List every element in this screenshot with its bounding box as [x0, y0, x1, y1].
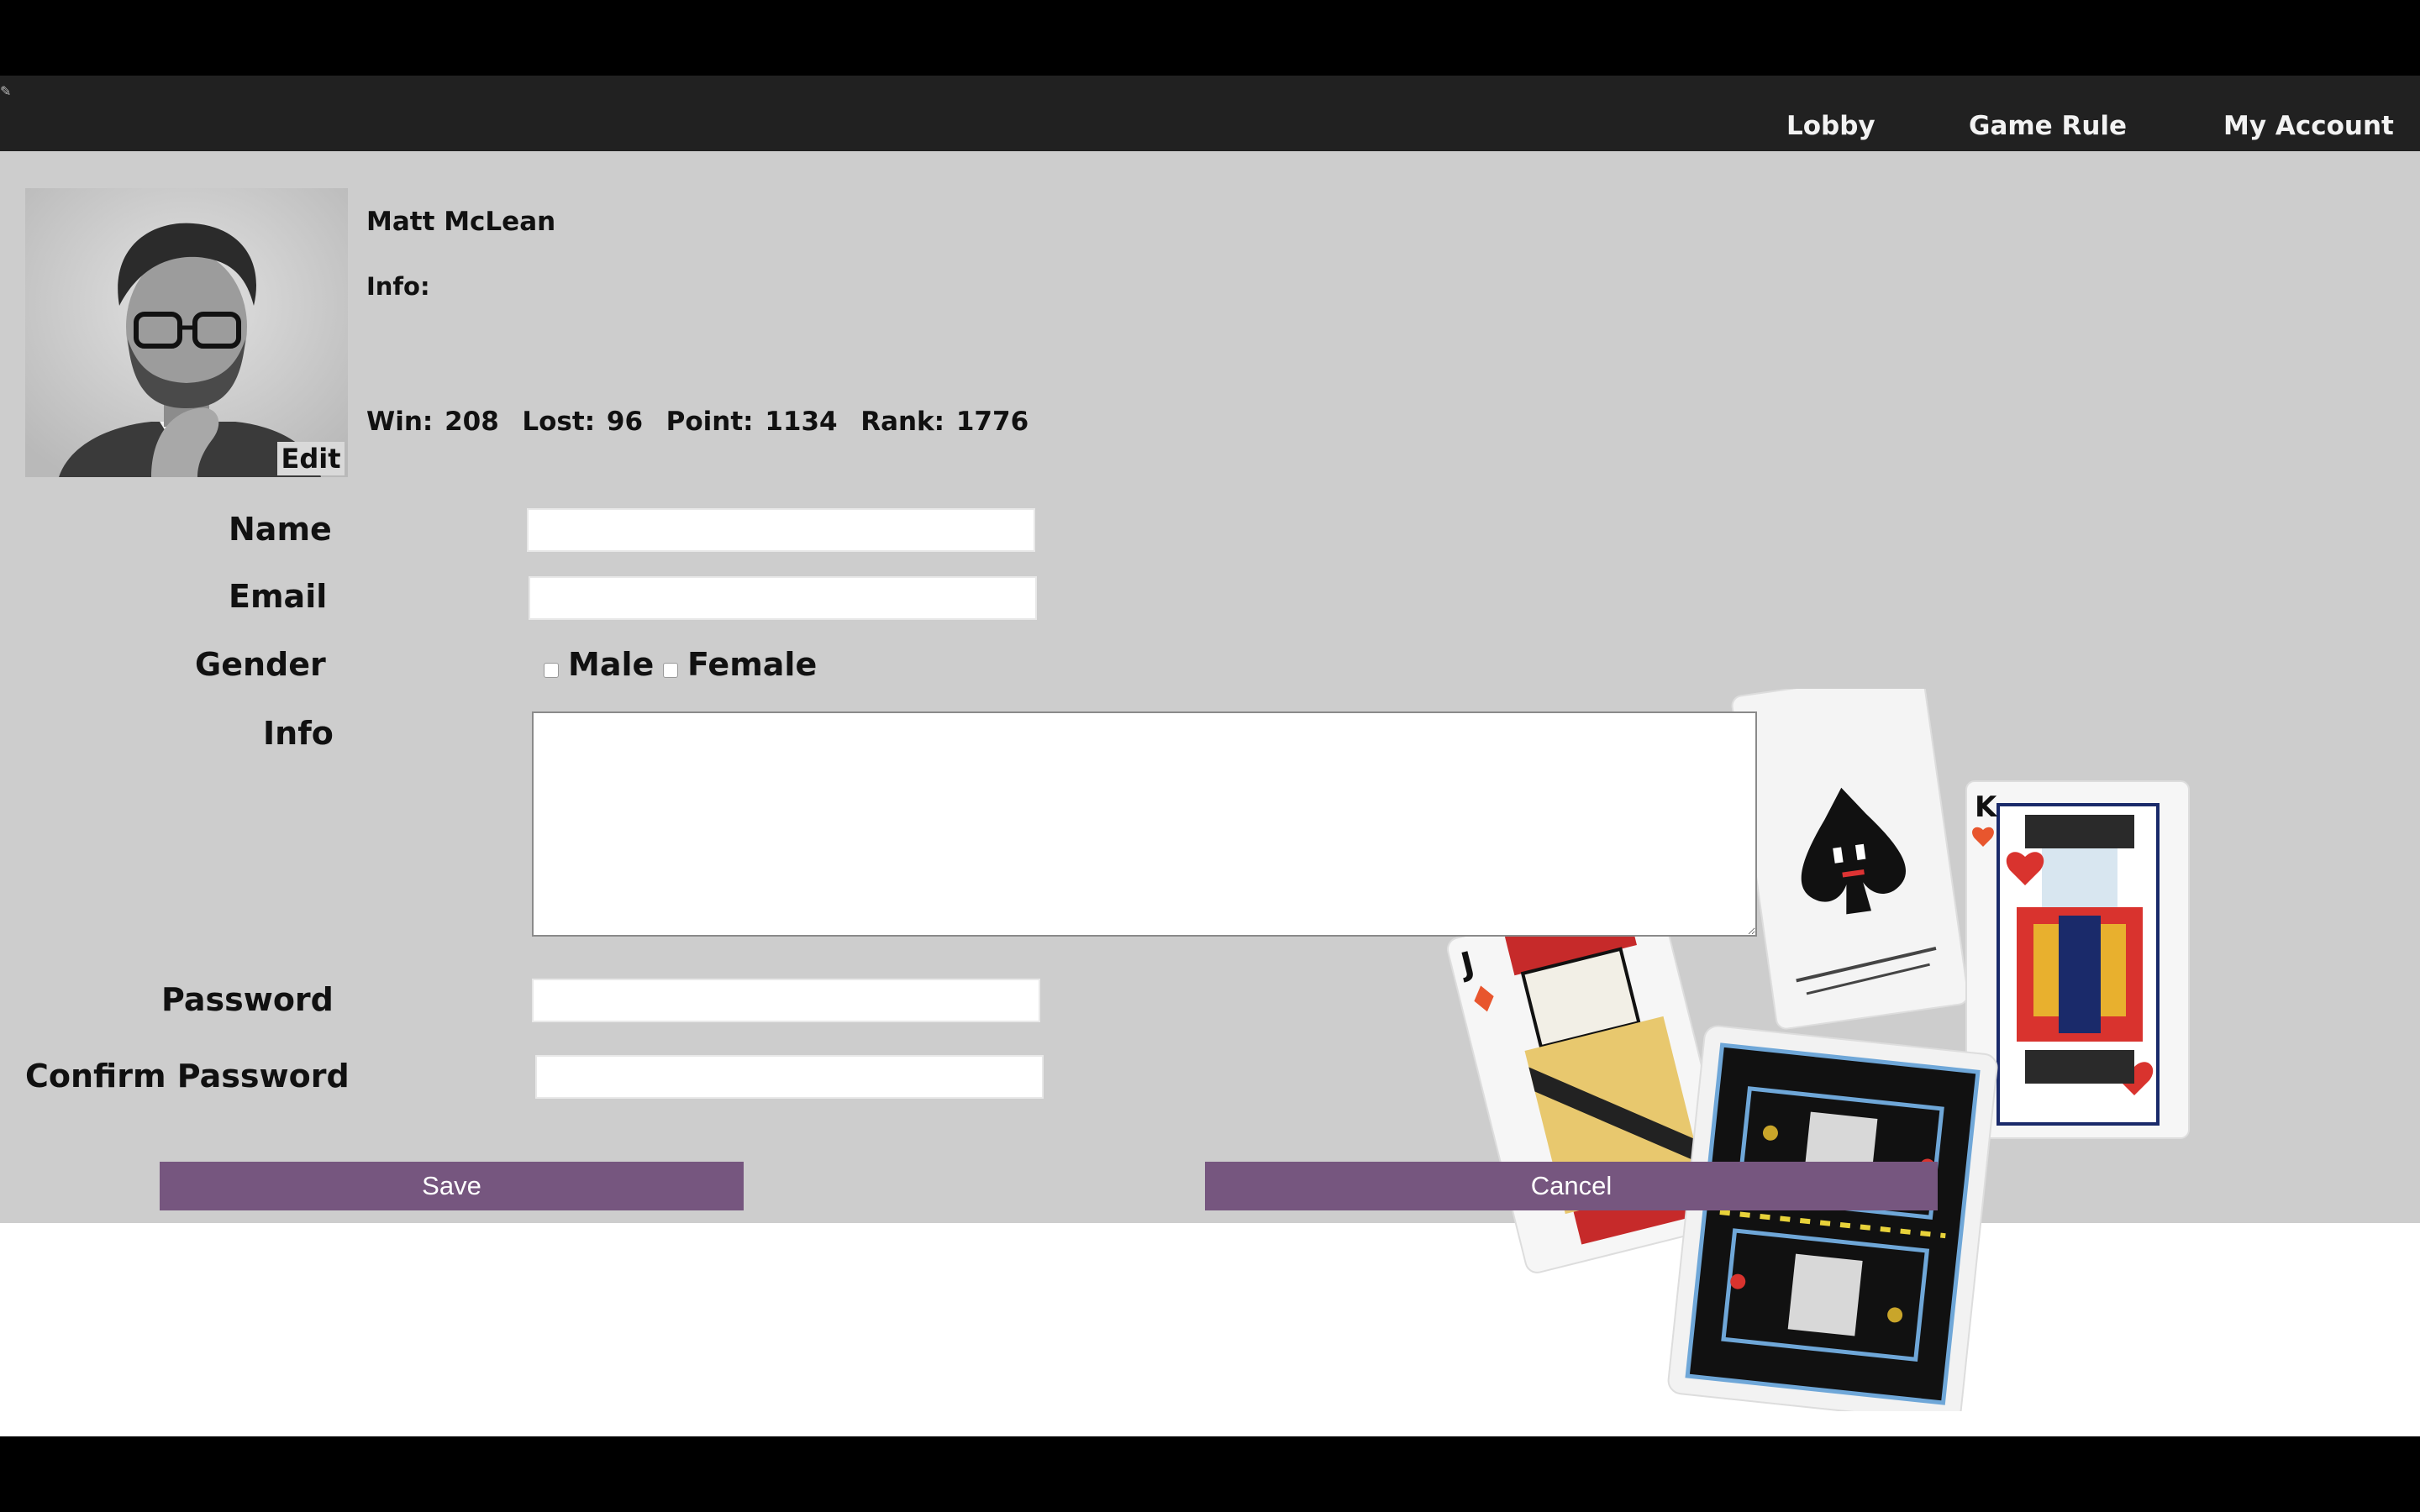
pencil-icon: ✎ [0, 83, 12, 99]
avatar [25, 188, 348, 477]
top-black-bar [0, 0, 2420, 76]
profile-info-label: Info: [366, 272, 430, 301]
profile-stats: Win: 208 Lost: 96 Point: 1134 Rank: 1776 [366, 407, 1029, 437]
female-option-label[interactable]: Female [687, 646, 817, 683]
male-checkbox[interactable] [544, 663, 559, 678]
password-label: Password [161, 981, 334, 1018]
save-button[interactable]: Save [160, 1162, 744, 1210]
gender-label: Gender [195, 646, 326, 683]
confirm-password-label: Confirm Password [25, 1058, 350, 1095]
avatar-photo [25, 188, 348, 477]
nav-link-my-account[interactable]: My Account [2223, 109, 2394, 143]
email-label: Email [229, 578, 328, 615]
profile-name: Matt McLean [366, 207, 556, 237]
password-input[interactable] [532, 979, 1040, 1022]
name-label: Name [229, 511, 332, 548]
ace-of-spades-card [1731, 689, 1969, 1030]
nav-link-lobby[interactable]: Lobby [1786, 109, 1876, 143]
email-input[interactable] [529, 576, 1037, 620]
male-option-label[interactable]: Male [568, 646, 654, 683]
cancel-button[interactable]: Cancel [1205, 1162, 1938, 1210]
king-of-hearts-card: K [1965, 780, 2190, 1139]
name-input[interactable] [527, 508, 1035, 552]
nav-link-game-rule[interactable]: Game Rule [1969, 109, 2127, 143]
edit-avatar-button[interactable]: Edit [277, 442, 345, 475]
info-textarea[interactable] [532, 711, 1757, 937]
screen: Lobby Game Rule My Account ✎ Edit Matt M… [0, 0, 2420, 1512]
svg-text:K: K [1975, 790, 1998, 824]
confirm-password-input[interactable] [535, 1055, 1044, 1099]
bottom-black-bar [0, 1436, 2420, 1512]
info-label: Info [263, 715, 334, 752]
card-back [1667, 1025, 1998, 1411]
female-checkbox[interactable] [663, 663, 678, 678]
nav-bar: Lobby Game Rule My Account [0, 76, 2420, 151]
